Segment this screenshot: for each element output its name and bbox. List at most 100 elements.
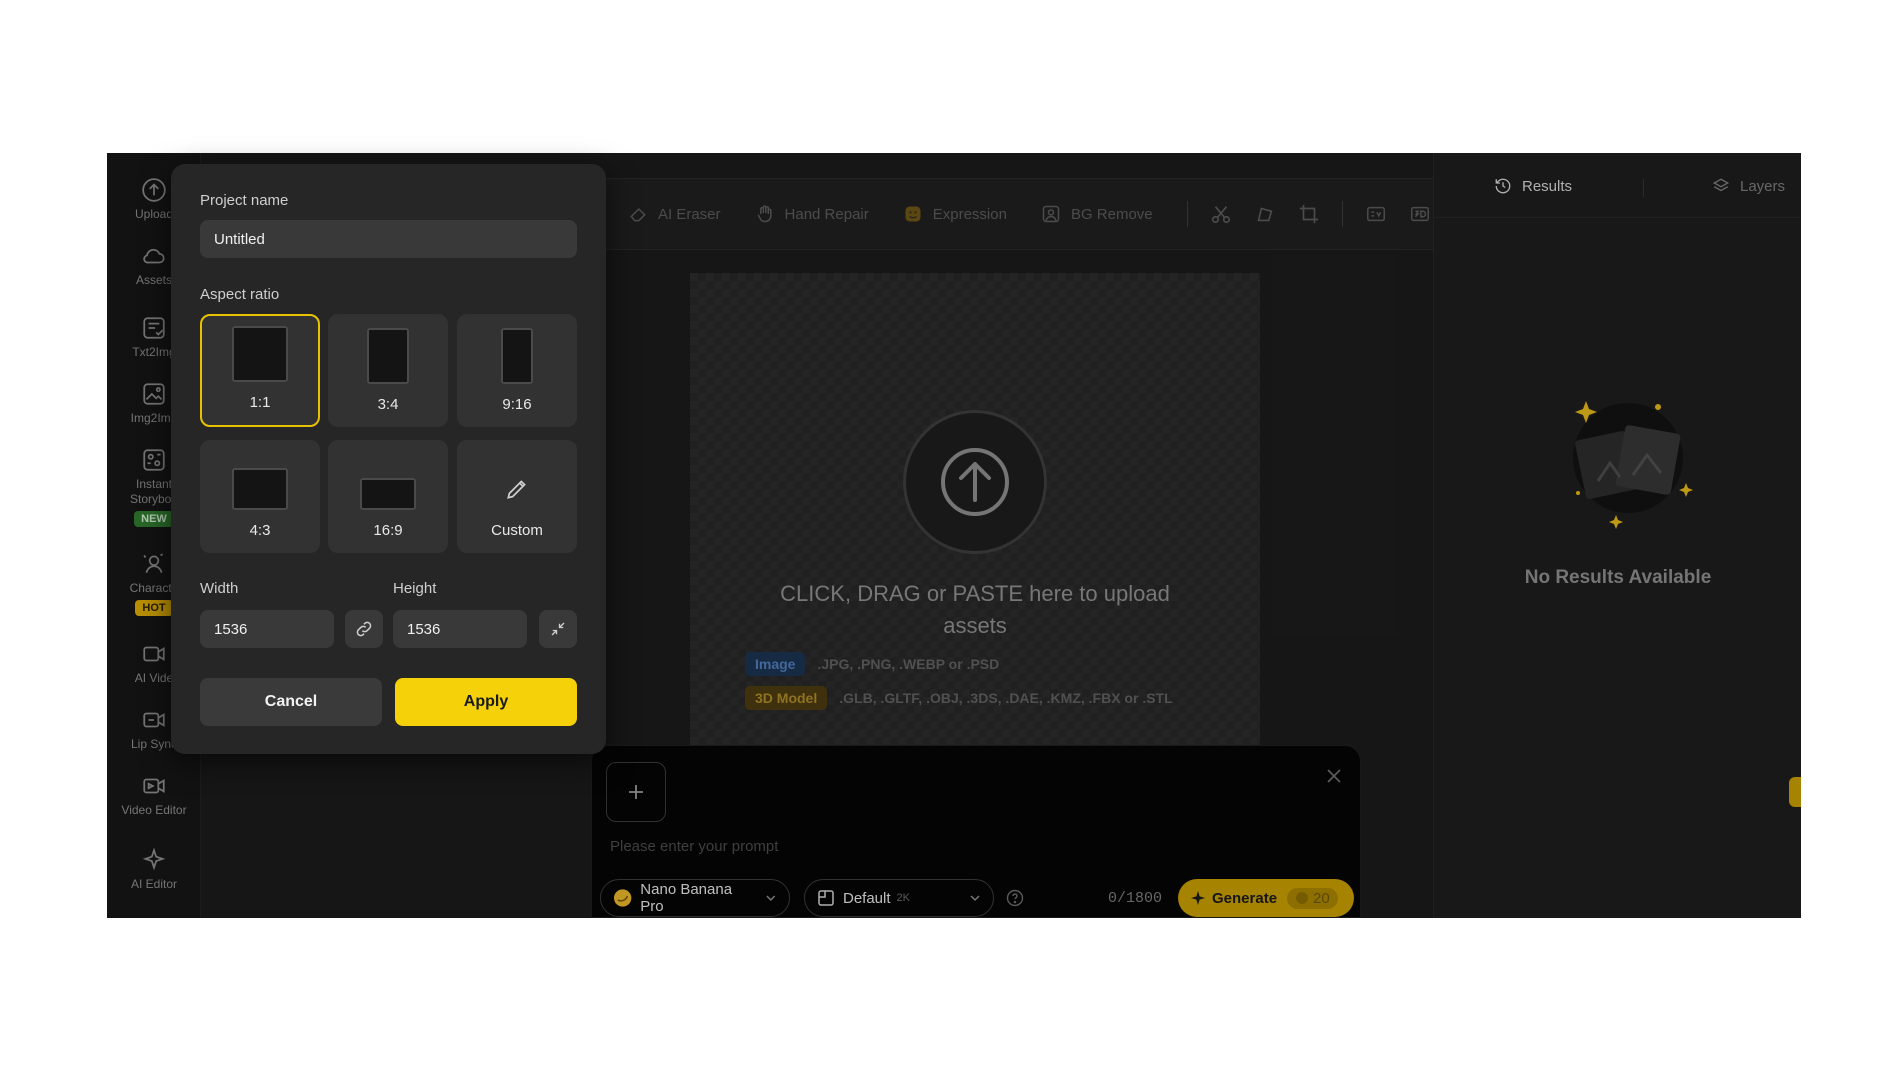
transform-button[interactable] (1254, 203, 1276, 225)
lip-sync-icon (143, 712, 165, 728)
apply-button[interactable]: Apply (395, 678, 577, 726)
cloud-icon (143, 248, 165, 264)
crop-button[interactable] (1298, 203, 1320, 225)
hot-badge: HOT (135, 600, 173, 616)
collapse-arrows-icon (551, 622, 565, 636)
upload-line-1: CLICK, DRAG or PASTE here to upload (780, 581, 1170, 606)
generate-button[interactable]: Generate 20 (1178, 879, 1354, 917)
help-icon[interactable] (1006, 889, 1024, 907)
header-divider (1434, 217, 1801, 218)
width-label: Width (200, 580, 239, 597)
ratio-option-custom[interactable]: Custom (457, 440, 577, 553)
sidebar-item-label: AI Editor (130, 877, 178, 891)
model-label: Nano Banana Pro (640, 881, 733, 915)
tab-results[interactable]: Results (1494, 177, 1572, 195)
upload-arrow-icon (941, 448, 1009, 516)
3d-button[interactable] (1409, 203, 1431, 225)
panel-toggle-tab[interactable] (1789, 777, 1801, 807)
character-icon (143, 553, 164, 573)
3d-icon (1410, 206, 1429, 222)
model-select[interactable]: Nano Banana Pro (600, 879, 790, 917)
ratio-option-3-4[interactable]: 3:4 (328, 314, 448, 427)
no-results-text: No Results Available (1524, 567, 1712, 588)
style-select[interactable]: Default 2K (804, 879, 994, 917)
eraser-icon (630, 207, 646, 222)
ratio-option-1-1[interactable]: 1:1 (200, 314, 320, 427)
resolution-label: 2K (896, 892, 910, 904)
video-icon (143, 646, 165, 662)
link-ratio-button[interactable] (345, 610, 383, 648)
ratio-shape-square (232, 326, 288, 382)
cancel-button[interactable]: Cancel (200, 678, 382, 726)
ratio-label: Custom (491, 522, 543, 539)
close-icon[interactable] (1324, 766, 1344, 786)
tab-layers[interactable]: Layers (1712, 177, 1785, 195)
sparkle-icon (142, 847, 166, 871)
expression-tool[interactable]: Expression (903, 204, 1007, 224)
ratio-label: 4:3 (249, 522, 271, 539)
tab-divider (1643, 179, 1644, 197)
project-name-label: Project name (200, 192, 289, 209)
aspect-icon (818, 890, 834, 906)
empty-results-illustration (1573, 401, 1693, 529)
results-tab-label: Results (1522, 177, 1573, 195)
image-image-icon (143, 383, 165, 405)
scissors-icon (1211, 206, 1230, 224)
upload-instructions: CLICK, DRAG or PASTE here to upload asse… (750, 578, 1200, 642)
image-types-text: .JPG, .PNG, .WEBP or .PSD (817, 656, 1000, 672)
bg-remove-icon (1042, 205, 1060, 223)
upload-line-2: assets (943, 613, 1007, 638)
project-name-input[interactable] (200, 220, 577, 258)
ratio-option-4-3[interactable]: 4:3 (200, 440, 320, 553)
swap-dimensions-button[interactable] (539, 610, 577, 648)
ratio-option-9-16[interactable]: 9:16 (457, 314, 577, 427)
upload-circle[interactable] (903, 410, 1047, 554)
toolbar-divider (1186, 201, 1188, 227)
sidebar-item-video-editor[interactable]: Video Editor (107, 773, 201, 818)
history-icon (1495, 178, 1511, 194)
text-image-icon (143, 317, 165, 339)
toolbar-divider (1341, 201, 1343, 227)
ratio-label: 16:9 (373, 522, 403, 539)
sidebar-item-label: Video Editor (121, 803, 187, 817)
sparkle-icon (1191, 891, 1205, 905)
ratio-label: 3:4 (377, 396, 399, 413)
height-input[interactable] (393, 610, 527, 648)
project-settings-modal: Project name Aspect ratio 1:1 3:4 9:16 4… (171, 164, 606, 754)
upload-dropzone[interactable]: CLICK, DRAG or PASTE here to upload asse… (690, 273, 1260, 749)
svg-file-icon (1366, 206, 1385, 222)
hand-repair-tool[interactable]: Hand Repair (755, 204, 869, 224)
prompt-input[interactable] (610, 838, 1310, 855)
cut-button[interactable] (1210, 203, 1232, 225)
svg-export-button[interactable] (1365, 203, 1387, 225)
ai-eraser-tool[interactable]: AI Eraser (628, 204, 721, 224)
image-filetypes: Image .JPG, .PNG, .WEBP or .PSD (745, 652, 999, 676)
coin-icon (1296, 892, 1309, 904)
expression-icon (905, 206, 921, 222)
sidebar-item-ai-editor[interactable]: AI Editor (107, 847, 201, 892)
height-label: Height (393, 580, 437, 597)
ratio-label: 1:1 (249, 394, 271, 411)
hand-repair-label: Hand Repair (784, 205, 869, 223)
prompt-panel: Nano Banana Pro Default 2K 0/1800 Genera… (591, 745, 1361, 918)
chevron-down-icon (766, 895, 776, 901)
credit-count: 20 (1313, 889, 1330, 907)
ratio-option-16-9[interactable]: 16:9 (328, 440, 448, 553)
new-badge: NEW (134, 511, 174, 527)
3d-model-badge: 3D Model (745, 686, 828, 710)
add-reference-button[interactable] (606, 762, 666, 822)
banana-icon (613, 889, 632, 907)
ratio-shape-landscape (232, 468, 288, 510)
generate-label: Generate (1212, 889, 1278, 907)
results-panel: Results Layers No Results Available (1433, 153, 1801, 918)
ratio-shape-wide (360, 478, 416, 510)
crop-icon (1299, 204, 1318, 224)
ratio-shape-tall (501, 328, 533, 384)
ratio-label: 9:16 (502, 396, 532, 413)
bg-remove-tool[interactable]: BG Remove (1041, 204, 1153, 224)
expression-label: Expression (932, 205, 1007, 223)
width-input[interactable] (200, 610, 334, 648)
image-badge: Image (745, 652, 806, 676)
model-types-text: .GLB, .GLTF, .OBJ, .3DS, .DAE, .KMZ, .FB… (839, 690, 1173, 706)
storyboard-icon (143, 449, 165, 471)
